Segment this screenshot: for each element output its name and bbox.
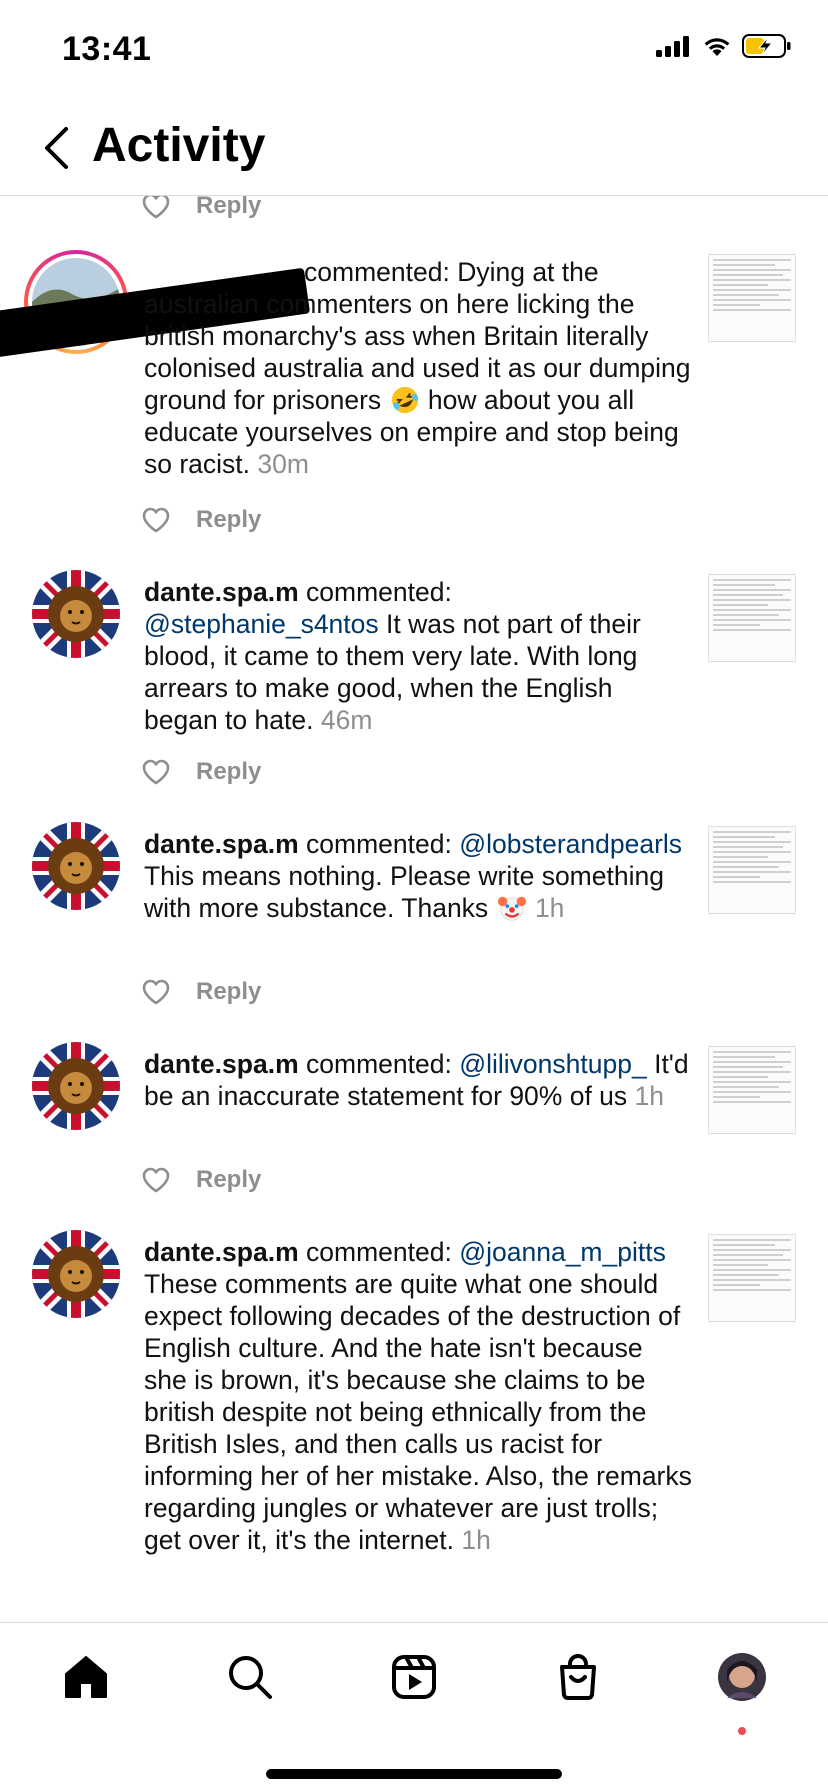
- comment-username[interactable]: dante.spa.m: [144, 829, 299, 859]
- lion-flag-avatar-image: [32, 1042, 120, 1130]
- avatar[interactable]: [32, 570, 120, 658]
- rolling-on-floor-laughing-icon: [391, 386, 418, 414]
- reels-icon: [392, 1655, 436, 1699]
- comment-verb: commented:: [306, 829, 452, 859]
- post-thumbnail[interactable]: [708, 1046, 796, 1134]
- nav-shop[interactable]: [548, 1647, 608, 1707]
- home-icon: [65, 1656, 107, 1698]
- comment-mention[interactable]: @joanna_m_pitts: [459, 1237, 666, 1267]
- status-bar: 13:41: [0, 0, 828, 100]
- post-thumbnail[interactable]: [708, 574, 796, 662]
- comment-verb: commented:: [306, 1237, 452, 1267]
- shop-icon: [560, 1654, 596, 1700]
- back-button[interactable]: [34, 120, 78, 176]
- reply-button[interactable]: Reply: [196, 506, 261, 534]
- comment-text: dante.spa.m commented: @lilivonshtupp_ I…: [144, 1048, 692, 1112]
- reply-button[interactable]: Reply: [196, 758, 261, 786]
- status-time: 13:41: [62, 30, 152, 68]
- reply-button[interactable]: Reply: [196, 978, 261, 1006]
- reply-row: Reply: [142, 506, 261, 534]
- reply-row: Reply: [142, 978, 261, 1006]
- comment-timestamp: 30m: [257, 449, 309, 479]
- comment-timestamp: 1h: [534, 893, 565, 923]
- post-thumbnail[interactable]: [708, 826, 796, 914]
- comment-mention[interactable]: @stephanie_s4ntos: [144, 609, 379, 639]
- comment-username[interactable]: dante.spa.m: [144, 577, 299, 607]
- comment-verb: commented:: [306, 1049, 452, 1079]
- post-thumbnail[interactable]: [708, 254, 796, 342]
- comment-verb: commented:: [306, 577, 452, 607]
- reply-row: Reply: [142, 758, 261, 786]
- wifi-icon: [704, 38, 730, 56]
- heart-icon[interactable]: [142, 1167, 170, 1193]
- status-icons: [656, 34, 792, 58]
- comment-username[interactable]: dante.spa.m: [144, 1049, 299, 1079]
- profile-avatar: [718, 1653, 766, 1701]
- comment-mention[interactable]: @lobsterandpearls: [459, 829, 682, 859]
- lion-flag-avatar-image: [32, 570, 120, 658]
- nav-reels[interactable]: [384, 1647, 444, 1707]
- comment-body: This means nothing. Please write somethi…: [144, 861, 664, 923]
- notification-dot: [738, 1727, 746, 1735]
- reply-row: Reply: [142, 196, 261, 220]
- comment-timestamp: 46m: [320, 705, 373, 735]
- comment-username[interactable]: dante.spa.m: [144, 1237, 299, 1267]
- lion-flag-avatar-image: [32, 1230, 120, 1318]
- comment-mention[interactable]: @lilivonshtupp_: [459, 1049, 646, 1079]
- search-icon: [229, 1656, 272, 1699]
- nav-search[interactable]: [220, 1647, 280, 1707]
- avatar[interactable]: [32, 1230, 120, 1318]
- post-thumbnail[interactable]: [708, 1234, 796, 1322]
- reply-button[interactable]: Reply: [196, 196, 261, 220]
- battery-charging-icon: [742, 34, 791, 58]
- reply-row: Reply: [142, 1166, 261, 1194]
- comment-verb: commented:: [304, 257, 450, 287]
- avatar[interactable]: [32, 822, 120, 910]
- comment-timestamp: 1h: [461, 1525, 491, 1555]
- page-title: Activity: [92, 119, 266, 172]
- activity-feed[interactable]: Reply commented: Dying at the australian…: [0, 196, 828, 1622]
- lion-flag-avatar-image: [32, 822, 120, 910]
- activity-header: Activity: [0, 100, 828, 196]
- bottom-nav: [0, 1622, 828, 1792]
- comment-text: dante.spa.m commented: @stephanie_s4ntos…: [144, 576, 692, 736]
- heart-icon[interactable]: [142, 979, 170, 1005]
- nav-home[interactable]: [56, 1647, 116, 1707]
- heart-icon[interactable]: [142, 196, 170, 219]
- comment-text: dante.spa.m commented: @lobsterandpearls…: [144, 828, 692, 924]
- nav-profile[interactable]: [712, 1647, 772, 1707]
- heart-icon[interactable]: [142, 507, 170, 533]
- clown-face-icon: [497, 896, 526, 921]
- comment-text: dante.spa.m commented: @joanna_m_pitts T…: [144, 1236, 692, 1556]
- reply-button[interactable]: Reply: [196, 1166, 261, 1194]
- heart-icon[interactable]: [142, 759, 170, 785]
- avatar[interactable]: [32, 1042, 120, 1130]
- comment-body: These comments are quite what one should…: [144, 1269, 692, 1555]
- comment-timestamp: 1h: [634, 1081, 665, 1111]
- comment-text: commented: Dying at the australian comme…: [144, 256, 692, 480]
- cellular-signal-icon: [656, 36, 689, 57]
- home-indicator: [266, 1769, 562, 1779]
- chevron-left-icon: [45, 127, 68, 169]
